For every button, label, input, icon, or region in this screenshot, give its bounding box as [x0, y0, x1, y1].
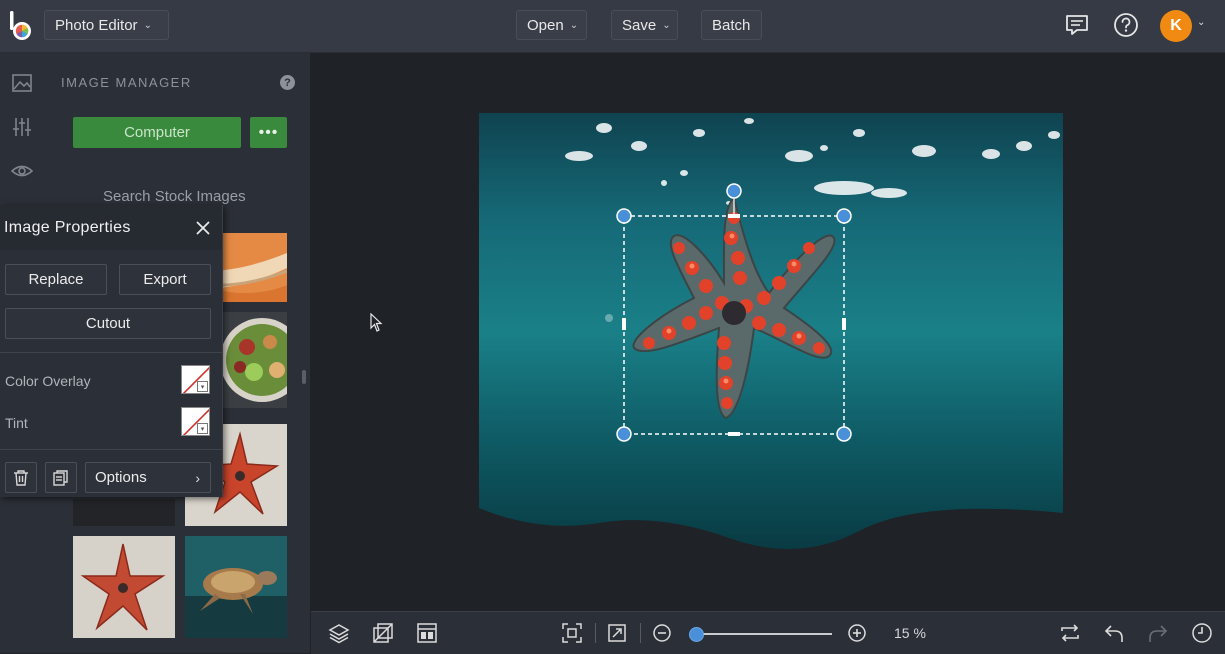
- save-label: Save: [622, 16, 657, 34]
- zoom-value: 15 %: [894, 625, 926, 641]
- chevron-down-icon: ⌄: [143, 19, 152, 31]
- help-icon[interactable]: [1113, 12, 1139, 38]
- fit-screen-icon[interactable]: [559, 620, 585, 646]
- tint-swatch[interactable]: ▾: [181, 407, 210, 436]
- close-icon[interactable]: [192, 217, 214, 239]
- thumbnail-starfish-2[interactable]: [73, 536, 175, 638]
- zoom-slider-track[interactable]: [696, 633, 832, 635]
- color-overlay-swatch[interactable]: ▾: [181, 365, 210, 394]
- export-button[interactable]: Export: [119, 264, 211, 295]
- sliders-icon[interactable]: [9, 114, 35, 140]
- history-icon[interactable]: [1189, 620, 1215, 646]
- cutout-button[interactable]: Cutout: [5, 308, 211, 339]
- zoom-slider-handle[interactable]: [689, 627, 704, 642]
- comment-icon[interactable]: [1064, 12, 1090, 38]
- layout-icon[interactable]: [414, 620, 440, 646]
- chevron-down-icon: ⌄: [569, 19, 579, 31]
- chevron-right-icon: ›: [195, 469, 200, 486]
- crop-arrange-icon[interactable]: [370, 620, 396, 646]
- photo-editor-label: Photo Editor: [55, 16, 138, 34]
- undo-icon[interactable]: [1101, 620, 1127, 646]
- panel-scrollbar[interactable]: [302, 370, 306, 384]
- image-properties-header: Image Properties: [0, 205, 222, 250]
- open-label: Open: [527, 16, 564, 34]
- batch-button[interactable]: Batch: [701, 10, 762, 40]
- bottom-toolbar: 15 %: [311, 611, 1225, 654]
- divider: [640, 623, 641, 643]
- chevron-down-icon: ▾: [197, 423, 208, 434]
- more-options-button[interactable]: •••: [250, 117, 287, 148]
- copy-icon: [53, 469, 68, 486]
- flip-icon[interactable]: [1057, 620, 1083, 646]
- actual-size-icon[interactable]: [604, 620, 630, 646]
- search-stock-images-link[interactable]: Search Stock Images: [103, 188, 246, 205]
- eye-icon[interactable]: [9, 158, 35, 184]
- photo-editor-menu-button[interactable]: Photo Editor ⌄: [44, 10, 169, 40]
- save-button[interactable]: Save ⌄: [611, 10, 678, 40]
- options-button[interactable]: Options ›: [85, 462, 211, 493]
- avatar[interactable]: K: [1160, 10, 1192, 42]
- top-bar: Photo Editor ⌄ Open ⌄ Save ⌄ Batch K ⌄: [0, 0, 1225, 53]
- duplicate-button[interactable]: [45, 462, 77, 493]
- befunky-logo-icon[interactable]: [8, 10, 36, 42]
- image-properties-panel: Image Properties Replace Export Cutout C…: [0, 205, 223, 497]
- thumbnail-sea-turtle[interactable]: [185, 536, 287, 638]
- computer-upload-button[interactable]: Computer: [73, 117, 241, 148]
- layers-icon[interactable]: [326, 620, 352, 646]
- divider: [595, 623, 596, 643]
- delete-button[interactable]: [5, 462, 37, 493]
- help-icon[interactable]: ?: [280, 75, 295, 90]
- image-properties-title: Image Properties: [4, 219, 131, 236]
- zoom-out-icon[interactable]: [649, 620, 675, 646]
- chevron-down-icon: ⌄: [662, 19, 671, 31]
- open-button[interactable]: Open ⌄: [516, 10, 587, 40]
- redo-icon[interactable]: [1145, 620, 1171, 646]
- divider: [0, 352, 222, 353]
- trash-icon: [14, 469, 28, 486]
- mouse-cursor-icon: [370, 313, 383, 332]
- image-icon[interactable]: [9, 70, 35, 96]
- thumbnail-salad-bowl[interactable]: [222, 312, 287, 408]
- batch-label: Batch: [712, 16, 751, 34]
- color-overlay-label: Color Overlay: [5, 373, 91, 389]
- replace-button[interactable]: Replace: [5, 264, 107, 295]
- zoom-in-icon[interactable]: [844, 620, 870, 646]
- image-manager-title: IMAGE MANAGER: [61, 75, 192, 90]
- underwater-photo[interactable]: [479, 113, 1063, 551]
- chevron-down-icon: ▾: [197, 381, 208, 392]
- thumbnail-dark[interactable]: [73, 499, 175, 526]
- options-label: Options: [95, 469, 147, 486]
- chevron-down-icon[interactable]: ⌄: [1197, 17, 1205, 28]
- tint-label: Tint: [5, 415, 28, 431]
- divider: [0, 449, 222, 450]
- canvas-area[interactable]: [311, 53, 1225, 611]
